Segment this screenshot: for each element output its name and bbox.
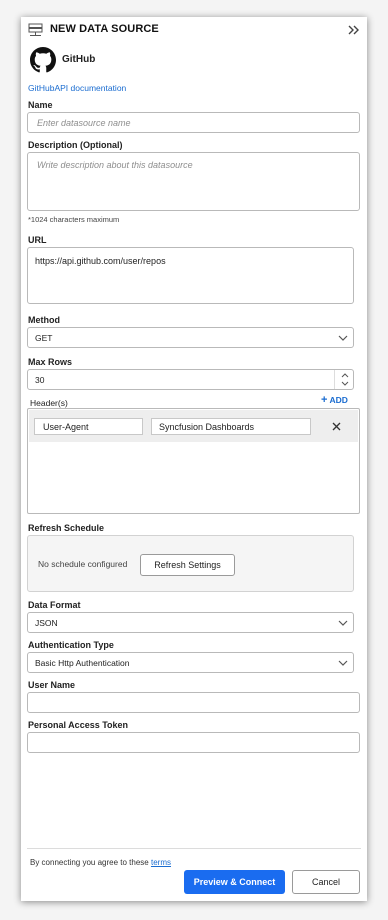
headers-label: Header(s): [30, 398, 68, 408]
auth-type-label: Authentication Type: [28, 640, 114, 650]
data-format-dropdown[interactable]: JSON: [27, 612, 354, 633]
panel-title: NEW DATA SOURCE: [50, 23, 159, 35]
description-textarea[interactable]: Write description about this datasource: [27, 152, 360, 211]
max-rows-label: Max Rows: [28, 357, 73, 367]
url-textarea[interactable]: https://api.github.com/user/repos: [27, 247, 354, 304]
new-data-source-panel: NEW DATA SOURCE GitHub GitHubAPI documen…: [21, 17, 367, 901]
description-limit-note: *1024 characters maximum: [28, 215, 120, 224]
header-value-input[interactable]: Syncfusion Dashboards: [151, 418, 311, 435]
auth-type-dropdown[interactable]: Basic Http Authentication: [27, 652, 354, 673]
token-input[interactable]: [27, 732, 360, 753]
description-placeholder: Write description about this datasource: [37, 160, 193, 170]
name-input[interactable]: Enter datasource name: [27, 112, 360, 133]
header-row: User-Agent Syncfusion Dashboards: [29, 410, 358, 442]
header-key-input[interactable]: User-Agent: [34, 418, 143, 435]
add-header-button[interactable]: + ADD: [321, 394, 348, 406]
chevron-down-icon: [338, 660, 348, 666]
url-value: https://api.github.com/user/repos: [35, 256, 166, 266]
name-label: Name: [28, 100, 53, 110]
terms-link[interactable]: terms: [151, 858, 171, 867]
refresh-schedule-label: Refresh Schedule: [28, 523, 105, 533]
max-rows-stepper[interactable]: 30: [27, 369, 354, 390]
refresh-status: No schedule configured: [38, 559, 128, 569]
terms-text: By connecting you agree to these terms: [30, 858, 171, 867]
token-label: Personal Access Token: [28, 720, 129, 730]
datasource-icon: [28, 23, 43, 37]
terms-prefix: By connecting you agree to these: [30, 858, 149, 867]
documentation-link[interactable]: GitHubAPI documentation: [28, 83, 126, 93]
github-logo-icon: [30, 47, 56, 73]
chevron-down-icon: [338, 335, 348, 341]
chevron-down-icon: [338, 620, 348, 626]
headers-box: User-Agent Syncfusion Dashboards: [27, 408, 360, 514]
chevron-up-icon[interactable]: [341, 373, 349, 378]
stepper-buttons: [334, 370, 354, 389]
user-name-input[interactable]: [27, 692, 360, 713]
refresh-settings-button[interactable]: Refresh Settings: [140, 554, 235, 576]
plus-icon: +: [321, 394, 328, 406]
name-placeholder: Enter datasource name: [37, 118, 131, 128]
user-name-label: User Name: [28, 680, 76, 690]
auth-type-value: Basic Http Authentication: [35, 658, 130, 668]
max-rows-value: 30: [35, 375, 45, 385]
chevron-down-icon[interactable]: [341, 381, 349, 386]
description-label: Description (Optional): [28, 140, 123, 150]
data-format-value: JSON: [35, 618, 58, 628]
url-label: URL: [28, 235, 47, 245]
header-value: Syncfusion Dashboards: [159, 422, 255, 432]
double-chevron-right-icon[interactable]: [348, 25, 360, 35]
source-name: GitHub: [62, 54, 96, 65]
footer-divider: [27, 848, 361, 849]
header-key: User-Agent: [43, 422, 89, 432]
close-icon[interactable]: [332, 422, 341, 431]
add-label: ADD: [329, 395, 348, 405]
cancel-button[interactable]: Cancel: [292, 870, 360, 894]
method-dropdown[interactable]: GET: [27, 327, 354, 348]
refresh-schedule-box: No schedule configured Refresh Settings: [27, 535, 354, 592]
preview-connect-button[interactable]: Preview & Connect: [184, 870, 285, 894]
method-value: GET: [35, 333, 53, 343]
method-label: Method: [28, 315, 60, 325]
data-format-label: Data Format: [28, 600, 81, 610]
